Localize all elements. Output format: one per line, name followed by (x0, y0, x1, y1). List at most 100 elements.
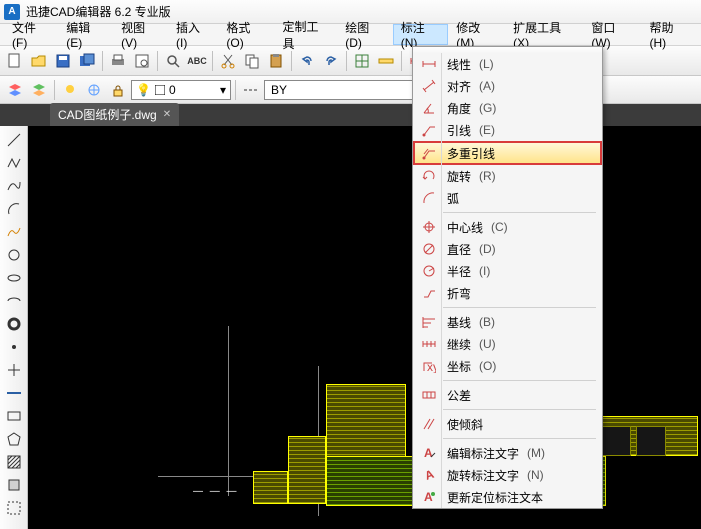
separator-icon (401, 51, 402, 71)
menu-item-hotkey: (G) (479, 101, 496, 115)
layer-combo[interactable]: 💡 0 ▾ (131, 80, 231, 100)
menu-item-label: 线性 (447, 56, 471, 73)
menu-file[interactable]: 文件(F) (4, 24, 58, 45)
mleader-icon (419, 146, 439, 160)
boundary-tool[interactable] (4, 498, 24, 518)
dimension-dropdown-menu: 线性(L)对齐(A)角度(G)引线(E)多重引线旋转(R)弧中心线(C)直径(D… (412, 46, 603, 509)
region-tool[interactable] (4, 475, 24, 495)
menu-modify[interactable]: 修改(M) (448, 24, 505, 45)
leader-icon (419, 123, 439, 137)
hatch-tool[interactable] (4, 452, 24, 472)
angle-icon (419, 101, 439, 115)
app-icon: A (4, 4, 20, 20)
close-icon[interactable]: ✕ (163, 109, 171, 120)
layer-manager-button[interactable] (4, 79, 26, 101)
circle-tool[interactable] (4, 245, 24, 265)
menu-item-hotkey: (D) (479, 242, 496, 256)
layer-color-swatch (155, 85, 165, 95)
menu-help[interactable]: 帮助(H) (641, 24, 697, 45)
menu-window[interactable]: 窗口(W) (583, 24, 641, 45)
menu-separator (443, 380, 596, 381)
donut-tool[interactable] (4, 314, 24, 334)
layer-bulb-icon[interactable] (59, 79, 81, 101)
print-button[interactable] (107, 50, 129, 72)
copy-button[interactable] (241, 50, 263, 72)
spell-button[interactable]: ABC (186, 50, 208, 72)
menu-bar: 文件(F) 编辑(E) 视图(V) 插入(I) 格式(O) 定制工具 绘图(D)… (0, 24, 701, 46)
layer-freeze-icon[interactable] (83, 79, 105, 101)
arc-tool[interactable] (4, 199, 24, 219)
menu-item-hotkey: (M) (527, 446, 545, 460)
separator-icon (212, 51, 213, 71)
line-tool[interactable] (4, 130, 24, 150)
point-tool[interactable] (4, 337, 24, 357)
measure-button[interactable] (375, 50, 397, 72)
dia-icon (419, 242, 439, 256)
menu-item-hotkey: (U) (479, 337, 496, 351)
document-tab[interactable]: CAD图纸例子.dwg ✕ (50, 103, 179, 126)
new-button[interactable] (4, 50, 26, 72)
menu-format[interactable]: 格式(O) (218, 24, 274, 45)
save-as-button[interactable] (76, 50, 98, 72)
linetype-button[interactable] (240, 79, 262, 101)
undo-button[interactable] (296, 50, 318, 72)
menu-item-hotkey: (L) (479, 57, 494, 71)
freehand-tool[interactable] (4, 222, 24, 242)
window-title: 迅捷CAD编辑器 6.2 专业版 (26, 3, 171, 20)
canvas-marks: — — — (193, 486, 239, 497)
menu-insert[interactable]: 插入(I) (168, 24, 218, 45)
paste-button[interactable] (265, 50, 287, 72)
aligned-icon (419, 79, 439, 93)
polyline-tool[interactable] (4, 153, 24, 173)
menu-item-label: 旋转 (447, 168, 471, 185)
layer-states-button[interactable] (28, 79, 50, 101)
separator-icon (235, 80, 236, 100)
menu-item-label: 基线 (447, 314, 471, 331)
separator-icon (291, 51, 292, 71)
menu-draw[interactable]: 绘图(D) (337, 24, 393, 45)
menu-item-hotkey: (N) (527, 468, 544, 482)
menu-item-label: 更新定位标注文本 (447, 489, 543, 506)
base-icon (419, 315, 439, 329)
spline-tool[interactable] (4, 176, 24, 196)
menu-item-label: 半径 (447, 263, 471, 280)
menu-item-label: 使倾斜 (447, 416, 483, 433)
menu-item-label: 折弯 (447, 285, 471, 302)
menu-item-label: 继续 (447, 336, 471, 353)
tol-icon (419, 388, 439, 402)
ray-tool[interactable] (4, 360, 24, 380)
bylayer-combo-b[interactable]: BY (264, 80, 414, 100)
grid-button[interactable] (351, 50, 373, 72)
tab-label: CAD图纸例子.dwg (58, 106, 157, 123)
ellipse-tool[interactable] (4, 268, 24, 288)
menu-custom-tools[interactable]: 定制工具 (275, 24, 338, 45)
separator-icon (54, 80, 55, 100)
redo-button[interactable] (320, 50, 342, 72)
menu-item-label: 对齐 (447, 78, 471, 95)
menu-dimension[interactable]: 标注(N) (393, 24, 449, 45)
menu-view[interactable]: 视图(V) (113, 24, 168, 45)
open-button[interactable] (28, 50, 50, 72)
menu-item-hotkey: (R) (479, 169, 496, 183)
svg-text:A: A (424, 490, 433, 504)
jog-icon (419, 286, 439, 300)
xline-tool[interactable] (4, 383, 24, 403)
find-button[interactable] (162, 50, 184, 72)
center-icon (419, 220, 439, 234)
menu-edit[interactable]: 编辑(E) (58, 24, 113, 45)
rotate-icon (419, 169, 439, 183)
cut-button[interactable] (217, 50, 239, 72)
linear-icon (419, 57, 439, 71)
layer-lock-icon[interactable] (107, 79, 129, 101)
menu-item-hotkey: (A) (479, 79, 495, 93)
polygon-tool[interactable] (4, 429, 24, 449)
save-button[interactable] (52, 50, 74, 72)
menu-ext-tools[interactable]: 扩展工具(X) (505, 24, 583, 45)
menu-item-label: 公差 (447, 387, 471, 404)
rectangle-tool[interactable] (4, 406, 24, 426)
menu-item-label: 角度 (447, 100, 471, 117)
menu-item-hotkey: (O) (479, 359, 496, 373)
print-preview-button[interactable] (131, 50, 153, 72)
arc2-tool[interactable] (4, 291, 24, 311)
draw-toolbar (0, 126, 28, 529)
